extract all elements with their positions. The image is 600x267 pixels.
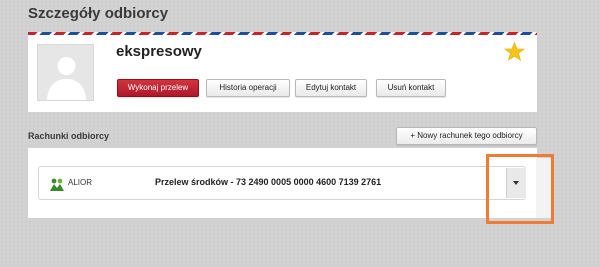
add-account-button[interactable]: + Nowy rachunek tego odbiorcy (396, 127, 537, 145)
account-row[interactable]: ALIOR Przelew środków - 73 2490 0005 000… (38, 166, 526, 200)
user-silhouette-icon (38, 45, 93, 100)
star-icon[interactable] (504, 41, 525, 62)
airmail-border (28, 32, 537, 35)
avatar (37, 44, 94, 101)
edit-contact-button[interactable]: Edytuj kontakt (295, 79, 367, 97)
delete-contact-button[interactable]: Usuń kontakt (376, 79, 446, 97)
recipient-card: ekspresowy Wykonaj przelew Historia oper… (28, 32, 537, 112)
highlight-annotation (486, 154, 554, 224)
transfer-button[interactable]: Wykonaj przelew (117, 79, 199, 97)
alior-logo-icon (50, 178, 64, 191)
accounts-section-label: Rachunki odbiorcy (28, 131, 110, 141)
accounts-panel: ALIOR Przelew środków - 73 2490 0005 000… (28, 148, 537, 218)
account-description: Przelew środków - 73 2490 0005 0000 4600… (155, 177, 382, 187)
history-button[interactable]: Historia operacji (206, 79, 290, 97)
recipient-name: ekspresowy (116, 43, 202, 60)
bank-name: ALIOR (68, 178, 93, 187)
page-title: Szczegóły odbiorcy (28, 5, 169, 22)
